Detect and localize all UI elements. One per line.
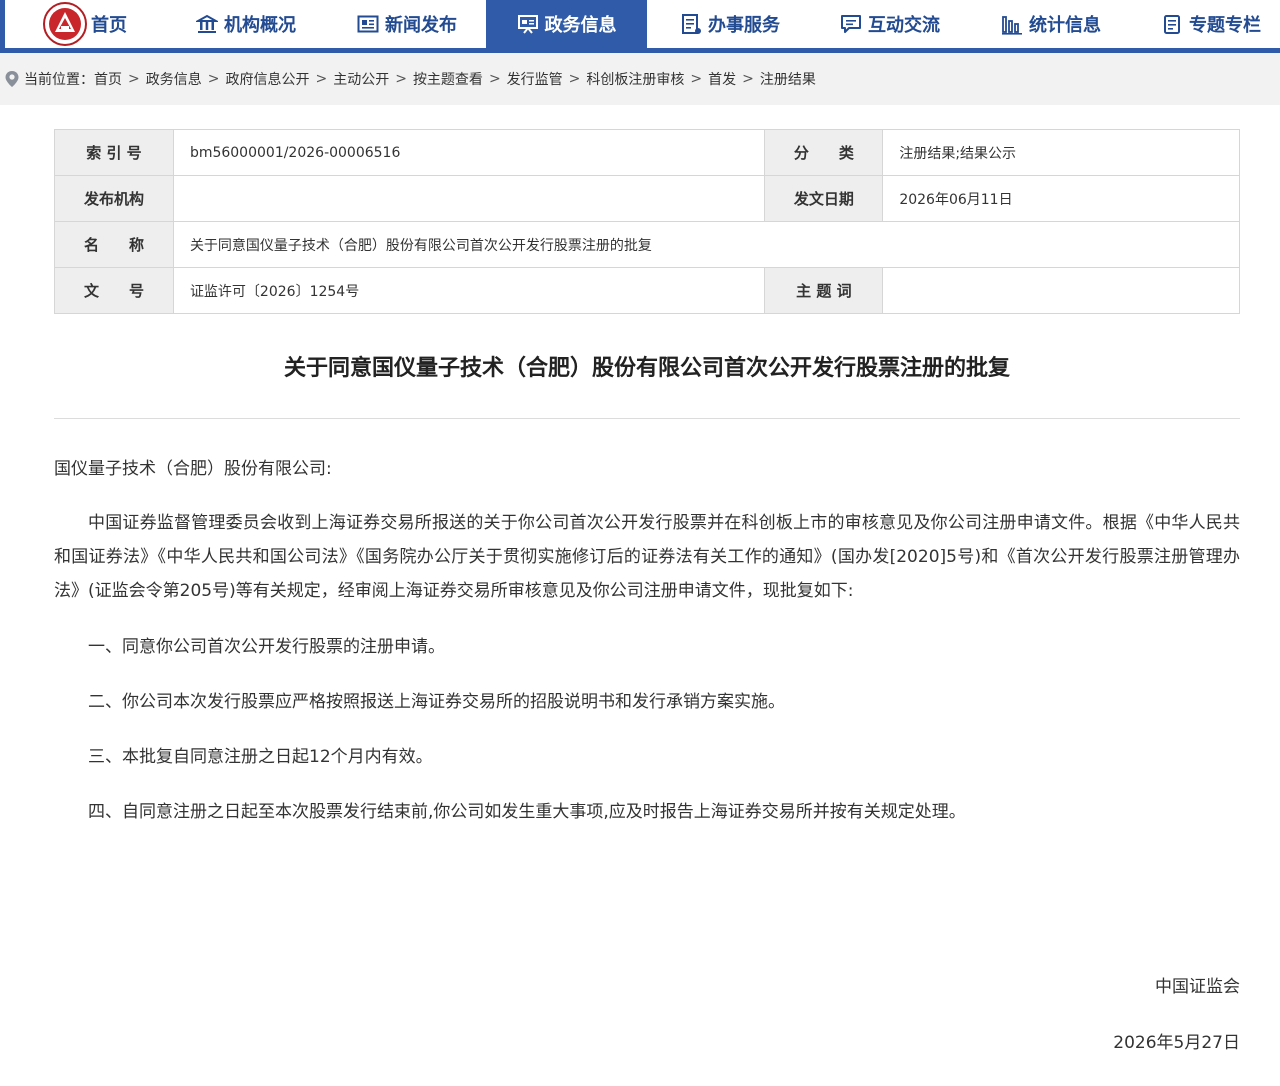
approval-item-3: 三、本批复自同意注册之日起12个月内有效。 xyxy=(88,747,433,767)
nav-item-label: 机构概况 xyxy=(224,15,296,36)
breadcrumb-item-registration-result[interactable]: 注册结果 xyxy=(760,69,816,89)
signature-date: 2026年5月27日 xyxy=(1113,1033,1240,1053)
nav-item-label: 统计信息 xyxy=(1029,15,1101,36)
issuer-value xyxy=(172,175,766,222)
name-value: 关于同意国仪量子技术（合肥）股份有限公司首次公开发行股票注册的批复 xyxy=(172,221,1241,268)
document-number-value: 证监许可〔2026〕1254号 xyxy=(172,267,766,314)
nav-item-news[interactable]: 新闻发布 xyxy=(357,0,457,48)
name-label: 名 称 xyxy=(54,221,174,268)
breadcrumb-item-gov-info[interactable]: 政务信息 xyxy=(146,69,202,89)
table-row: 发布机构 发文日期 2026年06月11日 xyxy=(54,175,1240,222)
clipboard-icon xyxy=(1164,15,1180,34)
nav-item-label: 政务信息 xyxy=(544,15,617,36)
nav-item-statistics[interactable]: 统计信息 xyxy=(1001,0,1101,48)
breadcrumb-separator: > xyxy=(315,71,328,87)
nav-item-label: 首页 xyxy=(91,15,127,36)
document-title: 关于同意国仪量子技术（合肥）股份有限公司首次公开发行股票注册的批复 xyxy=(283,356,1010,381)
document-body: 国仪量子技术（合肥）股份有限公司: 中国证券监督管理委员会收到上海证券交易所报送… xyxy=(54,452,1240,850)
approval-item-4: 四、自同意注册之日起至本次股票发行结束前,你公司如发生重大事项,应及时报告上海证… xyxy=(88,802,966,822)
building-icon xyxy=(196,14,218,33)
bar-chart-icon xyxy=(1002,16,1022,35)
breadcrumb-separator: > xyxy=(207,71,220,87)
subject-words-value xyxy=(882,267,1240,314)
category-label: 分 类 xyxy=(764,129,884,176)
document-meta-table: 索 引 号 bm56000001/2026-00006516 分 类 注册结果;… xyxy=(54,129,1241,314)
index-number-label: 索 引 号 xyxy=(54,129,174,176)
category-value: 注册结果;结果公示 xyxy=(882,129,1240,176)
breadcrumb-item-disclosure[interactable]: 政府信息公开 xyxy=(225,69,309,89)
table-row: 名 称 关于同意国仪量子技术（合肥）股份有限公司首次公开发行股票注册的批复 xyxy=(54,221,1241,268)
breadcrumb-item-by-topic[interactable]: 按主题查看 xyxy=(413,69,483,89)
nav-item-home[interactable]: 首页 xyxy=(91,0,127,48)
breadcrumb-separator: > xyxy=(395,71,407,87)
issue-date-label: 发文日期 xyxy=(764,175,884,222)
breadcrumb-separator: > xyxy=(128,71,140,87)
emblem-logo[interactable] xyxy=(42,2,88,46)
title-divider xyxy=(54,418,1240,419)
breadcrumb-item-active-disclosure[interactable]: 主动公开 xyxy=(333,69,389,89)
breadcrumb-separator: > xyxy=(690,71,703,87)
breadcrumb: 当前位置： 首页 > 政务信息 > 政府信息公开 > 主动公开 > 按主题查看 … xyxy=(0,53,1280,105)
nav-item-about[interactable]: 机构概况 xyxy=(196,0,296,48)
subject-words-label: 主 题 词 xyxy=(764,267,884,314)
nav-left-accent xyxy=(0,0,5,48)
document-number-label: 文 号 xyxy=(54,267,174,314)
addressee: 国仪量子技术（合肥）股份有限公司: xyxy=(54,459,332,479)
nav-item-label: 办事服务 xyxy=(708,15,780,36)
table-row: 文 号 证监许可〔2026〕1254号 主 题 词 xyxy=(54,267,1240,314)
nav-item-label: 专题专栏 xyxy=(1189,15,1261,36)
presentation-icon xyxy=(517,15,538,34)
chat-icon xyxy=(841,15,861,33)
breadcrumb-separator: > xyxy=(742,71,754,87)
breadcrumb-prefix: 当前位置： xyxy=(24,72,94,88)
breadcrumb-item-star-market-review[interactable]: 科创板注册审核 xyxy=(586,69,684,89)
approval-item-2: 二、你公司本次发行股票应严格按照报送上海证券交易所的招股说明书和发行承销方案实施… xyxy=(88,692,785,712)
approval-item-1: 一、同意你公司首次公开发行股票的注册申请。 xyxy=(88,637,445,657)
nav-item-interaction[interactable]: 互动交流 xyxy=(840,0,940,48)
location-pin-icon xyxy=(5,71,19,87)
index-number-value: bm56000001/2026-00006516 xyxy=(172,129,766,176)
breadcrumb-item-issuance-regulation[interactable]: 发行监管 xyxy=(507,69,563,89)
breadcrumb-item-ipo[interactable]: 首发 xyxy=(708,69,736,89)
breadcrumb-separator: > xyxy=(568,71,581,87)
nav-item-label: 新闻发布 xyxy=(385,15,457,36)
table-row: 索 引 号 bm56000001/2026-00006516 分 类 注册结果;… xyxy=(54,129,1240,176)
issue-date-value: 2026年06月11日 xyxy=(882,175,1240,222)
body-paragraph: 中国证券监督管理委员会收到上海证券交易所报送的关于你公司首次公开发行股票并在科创… xyxy=(54,513,1240,601)
breadcrumb-item-home[interactable]: 首页 xyxy=(94,69,122,89)
signature: 中国证监会 xyxy=(1155,977,1240,997)
nav-item-government-info[interactable]: 政务信息 xyxy=(486,0,647,48)
nav-item-label: 互动交流 xyxy=(868,15,940,36)
newspaper-icon xyxy=(357,15,379,33)
document-list-icon xyxy=(682,14,701,34)
nav-item-services[interactable]: 办事服务 xyxy=(680,0,780,48)
breadcrumb-separator: > xyxy=(488,71,501,87)
issuer-label: 发布机构 xyxy=(54,175,174,222)
nav-item-special-topics[interactable]: 专题专栏 xyxy=(1161,0,1261,48)
top-nav: 首页 机构概况 新闻发布 政务信息 办事服务 互动交流 统计信息 专题专栏 xyxy=(0,0,1280,53)
